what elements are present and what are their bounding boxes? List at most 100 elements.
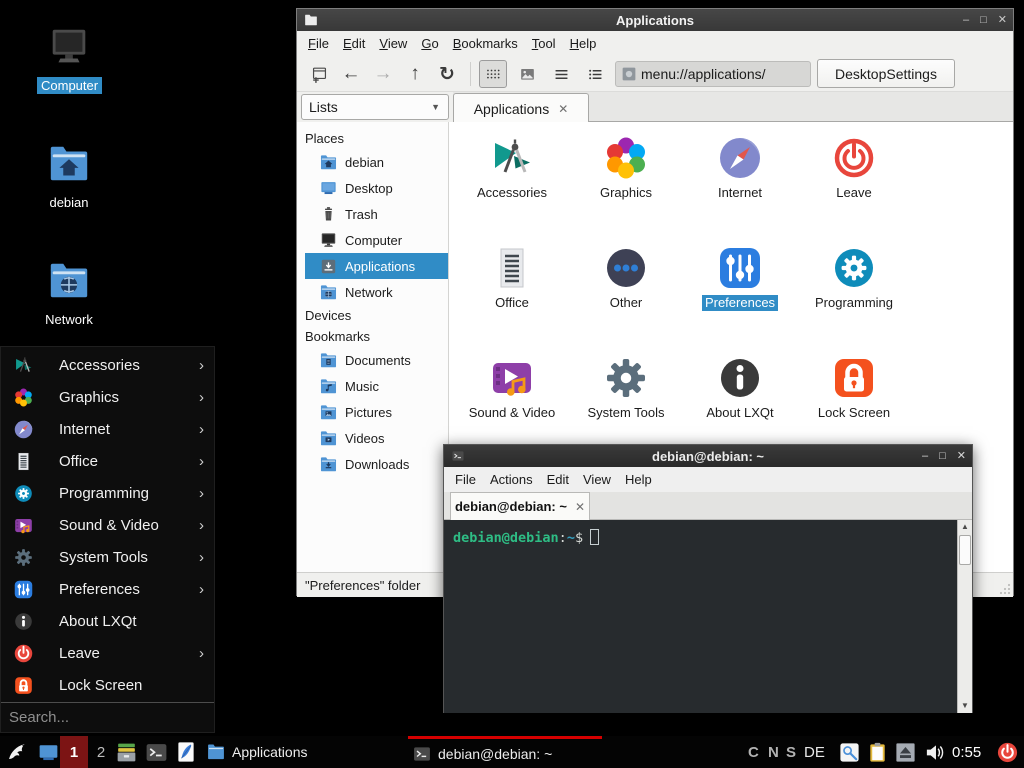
fm-menu-tool[interactable]: Tool: [525, 33, 563, 54]
desktop-settings-button[interactable]: DesktopSettings: [817, 59, 955, 88]
fm-menu-help[interactable]: Help: [563, 33, 604, 54]
minimize-icon[interactable]: –: [922, 451, 928, 462]
back-button[interactable]: ←: [337, 60, 365, 88]
menu-item-programming[interactable]: Programming ›: [1, 477, 214, 509]
terminal-launcher[interactable]: [142, 736, 170, 768]
up-button[interactable]: ↑: [401, 60, 429, 88]
show-desktop-button[interactable]: [34, 736, 62, 768]
menu-item-internet[interactable]: Internet ›: [1, 413, 214, 445]
sidebar-item-computer[interactable]: Computer: [297, 227, 448, 253]
desktop-icon-network[interactable]: Network: [37, 258, 101, 329]
indicator-n[interactable]: N: [768, 736, 779, 768]
sidebar-item-downloads[interactable]: Downloads: [297, 451, 448, 477]
workspace-2-button[interactable]: 2: [90, 736, 112, 768]
menu-item-sound-video[interactable]: Sound & Video ›: [1, 509, 214, 541]
about-icon: [13, 611, 34, 632]
terminal-menu-file[interactable]: File: [448, 469, 483, 490]
menu-item-leave[interactable]: Leave ›: [1, 637, 214, 669]
sidebar-item-network[interactable]: Network: [297, 279, 448, 305]
menu-item-about-lxqt[interactable]: About LXQt: [1, 605, 214, 637]
taskbar: 1 2 Applications debian@debian: ~ CNS DE…: [0, 736, 1024, 768]
compact-view-button[interactable]: [547, 60, 575, 88]
resize-grip[interactable]: [998, 582, 1011, 595]
fm-menu-edit[interactable]: Edit: [336, 33, 372, 54]
terminal-menu-view[interactable]: View: [576, 469, 618, 490]
removable-media-icon[interactable]: [894, 736, 917, 768]
task-applications[interactable]: Applications: [202, 736, 312, 768]
terminal-screen[interactable]: debian@debian:~$ ▲ ▼: [444, 520, 972, 713]
fm-menu-bookmarks[interactable]: Bookmarks: [446, 33, 525, 54]
folder-network-icon: [319, 283, 338, 302]
close-icon[interactable]: ✕: [998, 15, 1007, 26]
clipboard-tray-icon[interactable]: [866, 736, 889, 768]
keyboard-layout-indicator[interactable]: DE: [804, 736, 825, 768]
menu-item-graphics[interactable]: Graphics ›: [1, 381, 214, 413]
sidebar-item-trash[interactable]: Trash: [297, 201, 448, 227]
sidebar-item-pictures[interactable]: Pictures: [297, 399, 448, 425]
menu-item-system-tools[interactable]: System Tools ›: [1, 541, 214, 573]
fm-menu-file[interactable]: File: [301, 33, 336, 54]
sidebar-item-documents[interactable]: Documents: [297, 347, 448, 373]
tab-applications[interactable]: Applications ✕: [453, 93, 589, 123]
volume-icon[interactable]: [924, 736, 947, 768]
app-programming[interactable]: Programming: [797, 244, 911, 354]
lists-combobox[interactable]: Lists ▼: [301, 94, 449, 120]
indicator-c[interactable]: C: [748, 736, 759, 768]
app-accessories[interactable]: Accessories: [455, 134, 569, 244]
scroll-down-icon[interactable]: ▼: [958, 699, 972, 713]
app-leave[interactable]: Leave: [797, 134, 911, 244]
file-manager-launcher[interactable]: [112, 736, 140, 768]
menu-item-preferences[interactable]: Preferences ›: [1, 573, 214, 605]
terminal-menu-edit[interactable]: Edit: [540, 469, 576, 490]
app-internet[interactable]: Internet: [683, 134, 797, 244]
address-bar[interactable]: menu://applications/: [615, 61, 811, 87]
maximize-icon[interactable]: □: [939, 451, 946, 462]
icon-view-button[interactable]: [479, 60, 507, 88]
terminal-menu-help[interactable]: Help: [618, 469, 659, 490]
task-terminal[interactable]: debian@debian: ~: [408, 736, 602, 768]
tab-close-icon[interactable]: ✕: [558, 102, 568, 116]
start-menu-button[interactable]: [3, 736, 31, 768]
folder-pictures-icon: [319, 403, 338, 422]
sidebar-item-desktop[interactable]: Desktop: [297, 175, 448, 201]
app-graphics[interactable]: Graphics: [569, 134, 683, 244]
fm-menubar: FileEditViewGoBookmarksToolHelp: [297, 31, 1013, 56]
app-office[interactable]: Office: [455, 244, 569, 354]
screenshot-tray-icon[interactable]: [838, 736, 861, 768]
desktop-icon-debian[interactable]: debian: [37, 141, 101, 212]
sidebar-item-music[interactable]: Music: [297, 373, 448, 399]
fm-menu-go[interactable]: Go: [414, 33, 445, 54]
terminal-menu-actions[interactable]: Actions: [483, 469, 540, 490]
fm-menu-view[interactable]: View: [372, 33, 414, 54]
forward-button[interactable]: →: [369, 60, 397, 88]
sidebar-item-debian[interactable]: debian: [297, 149, 448, 175]
featherpad-launcher[interactable]: [172, 736, 200, 768]
sidebar-item-applications[interactable]: Applications: [305, 253, 448, 279]
menu-item-lock-screen[interactable]: Lock Screen: [1, 669, 214, 701]
app-preferences[interactable]: Preferences: [683, 244, 797, 354]
detailed-view-button[interactable]: [581, 60, 609, 88]
menu-search-row: [1, 702, 214, 732]
power-button[interactable]: [996, 736, 1019, 768]
menu-item-accessories[interactable]: Accessories ›: [1, 349, 214, 381]
tab-close-icon[interactable]: ✕: [575, 500, 585, 514]
indicator-s[interactable]: S: [786, 736, 796, 768]
new-tab-button[interactable]: [305, 60, 333, 88]
clock[interactable]: 0:55: [952, 736, 981, 768]
menu-item-label: Programming: [59, 485, 149, 502]
menu-search-input[interactable]: [1, 703, 214, 732]
scroll-up-icon[interactable]: ▲: [958, 520, 972, 534]
app-other[interactable]: Other: [569, 244, 683, 354]
desktop-icon-computer[interactable]: Computer: [37, 24, 101, 95]
minimize-icon[interactable]: –: [963, 15, 969, 26]
menu-item-office[interactable]: Office ›: [1, 445, 214, 477]
reload-button[interactable]: ↻: [433, 60, 461, 88]
maximize-icon[interactable]: □: [980, 15, 987, 26]
scrollbar-thumb[interactable]: [959, 535, 971, 565]
terminal-scrollbar[interactable]: ▲ ▼: [957, 520, 972, 713]
workspace-1-button[interactable]: 1: [60, 736, 88, 768]
thumbnail-view-button[interactable]: [513, 60, 541, 88]
close-icon[interactable]: ✕: [957, 451, 966, 462]
terminal-tab[interactable]: debian@debian: ~ ✕: [450, 492, 590, 520]
sidebar-item-videos[interactable]: Videos: [297, 425, 448, 451]
